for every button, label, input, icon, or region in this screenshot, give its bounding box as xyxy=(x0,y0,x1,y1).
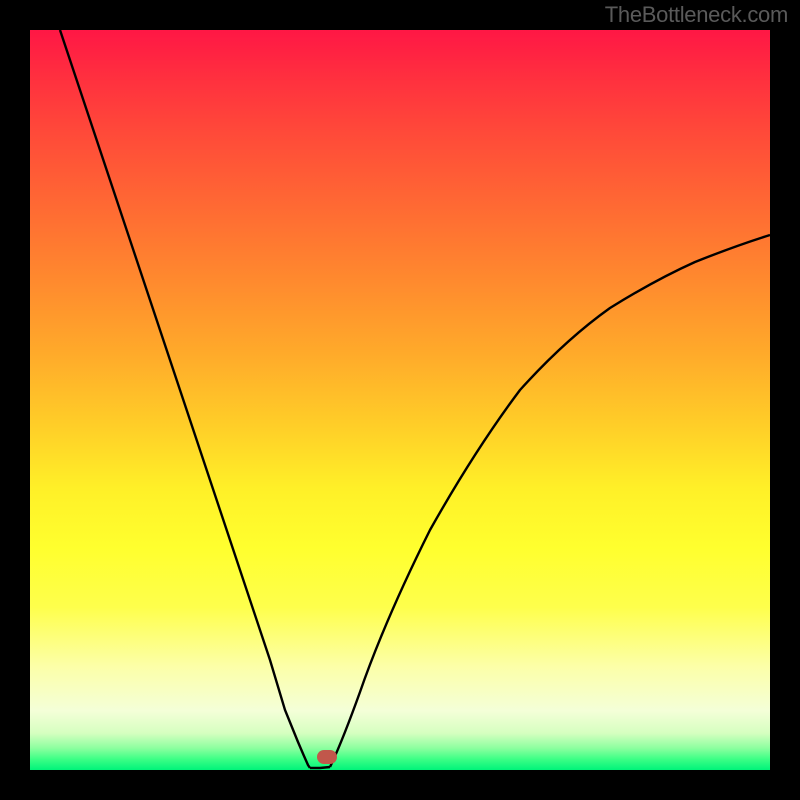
bottleneck-marker xyxy=(317,750,337,764)
watermark-text: TheBottleneck.com xyxy=(605,2,788,28)
chart-curve-svg xyxy=(30,30,770,770)
chart-plot-area xyxy=(30,30,770,770)
curve-right-branch xyxy=(330,235,770,767)
curve-valley-segment xyxy=(310,767,330,768)
curve-left-branch xyxy=(60,30,310,768)
